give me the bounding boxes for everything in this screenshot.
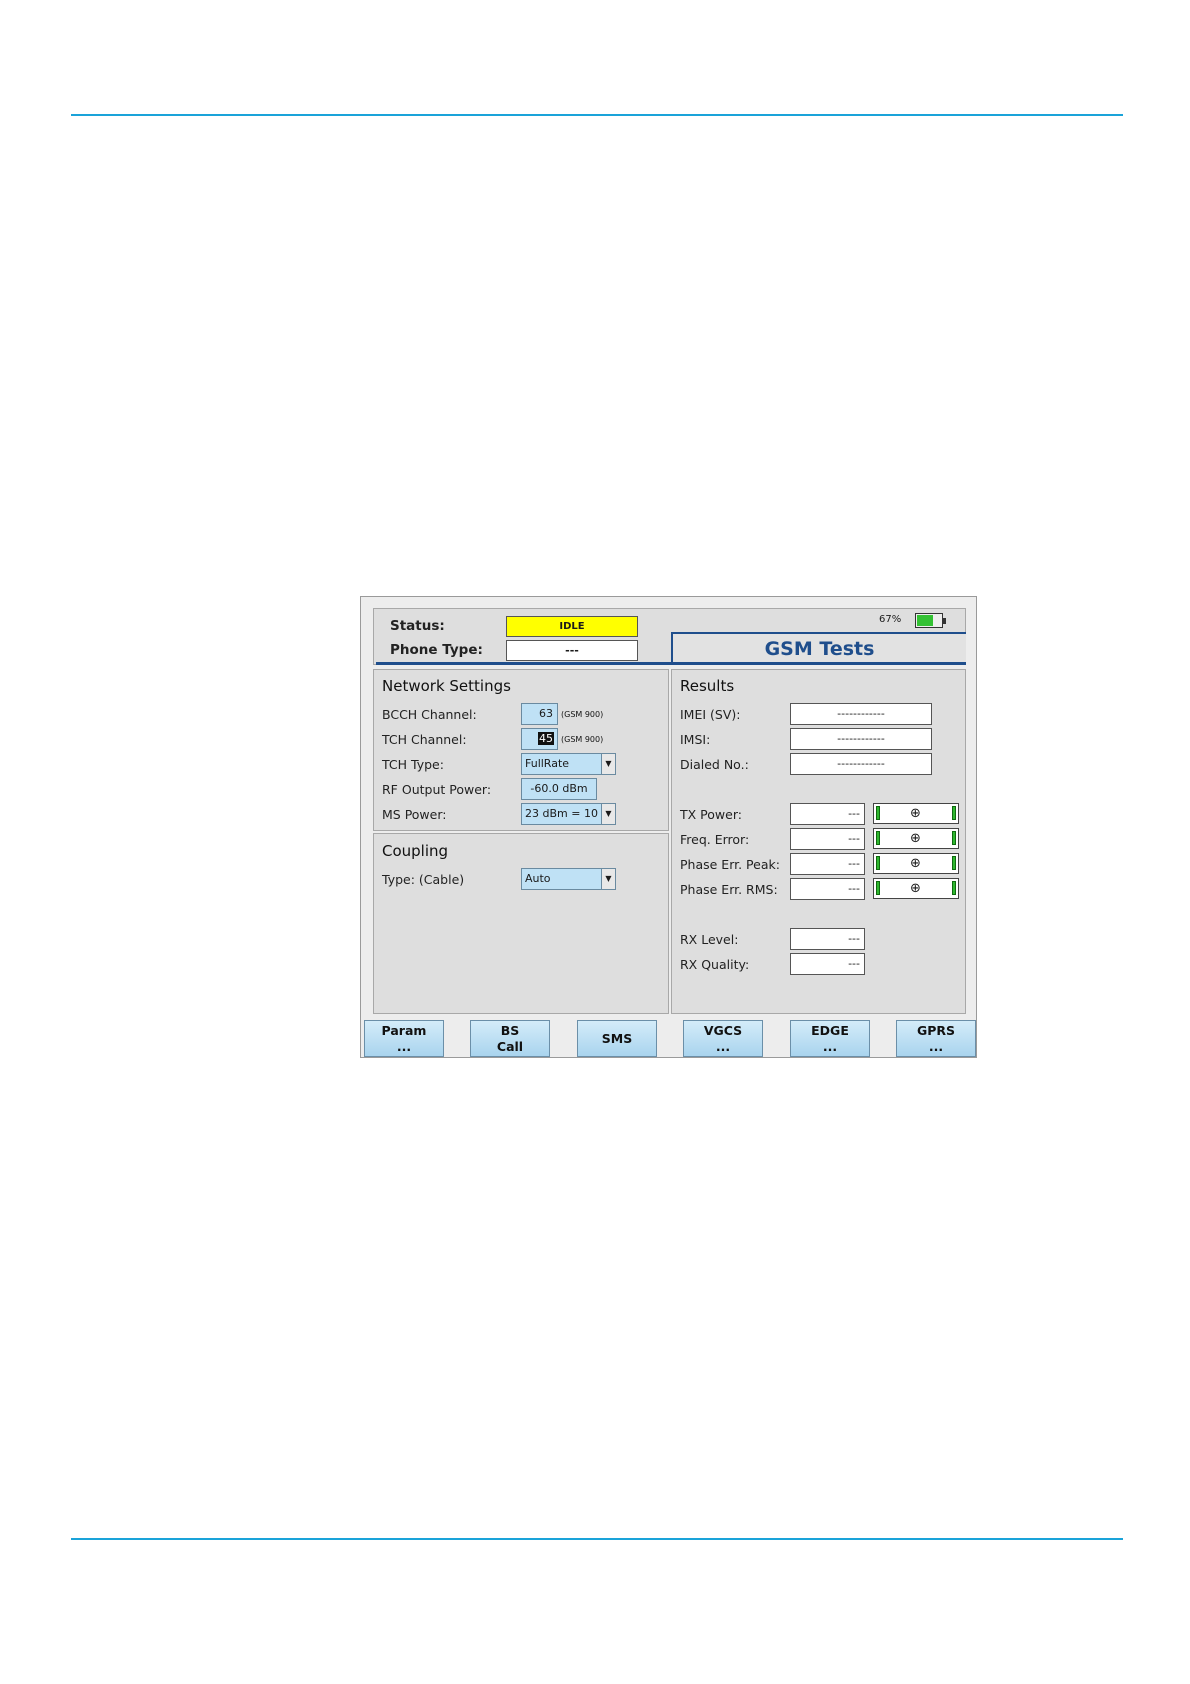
rf-output-power-label: RF Output Power: (382, 782, 492, 797)
header-underline (376, 662, 673, 665)
param-button[interactable]: Param ... (364, 1020, 444, 1057)
imsi-label: IMSI: (680, 732, 711, 747)
phone-type-label: Phone Type: (390, 642, 483, 658)
tx-power-label: TX Power: (680, 807, 742, 822)
dropdown-arrow-icon[interactable]: ▼ (601, 754, 615, 774)
gsm-test-screen: Status: IDLE Phone Type: --- 67% GSM Tes… (360, 596, 977, 1058)
coupling-title: Coupling (382, 842, 449, 860)
network-settings-title: Network Settings (382, 677, 511, 695)
coupling-panel: Coupling Type: (Cable) Auto ▼ (373, 833, 669, 1014)
bcch-channel-input[interactable]: 63 (521, 703, 558, 725)
battery-icon (915, 613, 946, 628)
dialed-no-label: Dialed No.: (680, 757, 749, 772)
tch-channel-label: TCH Channel: (382, 732, 467, 747)
tch-type-select[interactable]: FullRate ▼ (521, 753, 616, 775)
status-value: IDLE (506, 616, 638, 637)
phase-err-rms-gauge: ⊕ (873, 878, 959, 899)
tx-power-value: --- (790, 803, 865, 825)
status-label: Status: (390, 618, 445, 634)
freq-error-gauge: ⊕ (873, 828, 959, 849)
param-button-label: Param (381, 1022, 427, 1038)
bottom-rule (71, 1538, 1123, 1540)
page-title: GSM Tests (764, 638, 875, 660)
freq-error-value: --- (790, 828, 865, 850)
battery-percent: 67% (879, 614, 902, 625)
top-rule (71, 114, 1123, 116)
param-button-ellipsis: ... (396, 1038, 412, 1054)
tch-band: (GSM 900) (561, 735, 604, 744)
results-title: Results (680, 677, 735, 695)
imsi-value: ------------ (790, 728, 932, 750)
dropdown-arrow-icon[interactable]: ▼ (601, 804, 615, 824)
title-tab: GSM Tests (671, 632, 966, 665)
network-settings-panel: Network Settings BCCH Channel: 63 (GSM 9… (373, 669, 669, 831)
tch-type-value: FullRate (525, 757, 570, 770)
tch-channel-input[interactable]: 45 (521, 728, 558, 750)
vgcs-button[interactable]: VGCS ... (683, 1020, 763, 1057)
edge-button[interactable]: EDGE ... (790, 1020, 870, 1057)
results-panel: Results IMEI (SV): ------------ IMSI: --… (671, 669, 966, 1014)
bcch-channel-label: BCCH Channel: (382, 707, 477, 722)
bs-call-button[interactable]: BS Call (470, 1020, 550, 1057)
rx-level-value: --- (790, 928, 865, 950)
coupling-type-label: Type: (Cable) (382, 872, 465, 887)
gauge-marker-icon: ⊕ (910, 856, 921, 871)
gauge-marker-icon: ⊕ (910, 831, 921, 846)
freq-error-label: Freq. Error: (680, 832, 750, 847)
imei-label: IMEI (SV): (680, 707, 741, 722)
phase-err-rms-label: Phase Err. RMS: (680, 882, 778, 897)
ms-power-value: 23 dBm = 10 (525, 807, 598, 820)
gauge-marker-icon: ⊕ (910, 806, 921, 821)
gprs-button-ellipsis: ... (928, 1038, 944, 1054)
header-panel: Status: IDLE Phone Type: --- 67% GSM Tes… (373, 608, 966, 665)
edge-button-ellipsis: ... (822, 1038, 838, 1054)
bs-call-button-line1: BS (500, 1022, 520, 1038)
imei-value: ------------ (790, 703, 932, 725)
phase-err-peak-label: Phase Err. Peak: (680, 857, 780, 872)
vgcs-button-label: VGCS (703, 1022, 743, 1038)
sms-button-label: SMS (601, 1030, 633, 1046)
tch-channel-value: 45 (538, 732, 554, 745)
battery-fill (917, 615, 933, 626)
bcch-band: (GSM 900) (561, 710, 604, 719)
dialed-no-value: ------------ (790, 753, 932, 775)
gauge-marker-icon: ⊕ (910, 881, 921, 896)
rf-output-power-input[interactable]: -60.0 dBm (521, 778, 597, 800)
rx-level-label: RX Level: (680, 932, 739, 947)
coupling-type-select[interactable]: Auto ▼ (521, 868, 616, 890)
tx-power-gauge: ⊕ (873, 803, 959, 824)
ms-power-label: MS Power: (382, 807, 447, 822)
ms-power-select[interactable]: 23 dBm = 10 ▼ (521, 803, 616, 825)
vgcs-button-ellipsis: ... (715, 1038, 731, 1054)
dropdown-arrow-icon[interactable]: ▼ (601, 869, 615, 889)
coupling-type-value: Auto (525, 872, 551, 885)
rx-quality-value: --- (790, 953, 865, 975)
phase-err-peak-value: --- (790, 853, 865, 875)
phase-err-rms-value: --- (790, 878, 865, 900)
phase-err-peak-gauge: ⊕ (873, 853, 959, 874)
gprs-button-label: GPRS (916, 1022, 956, 1038)
phone-type-value: --- (506, 640, 638, 661)
sms-button[interactable]: SMS (577, 1020, 657, 1057)
bs-call-button-line2: Call (496, 1038, 524, 1054)
gprs-button[interactable]: GPRS ... (896, 1020, 976, 1057)
edge-button-label: EDGE (811, 1022, 849, 1038)
tch-type-label: TCH Type: (382, 757, 444, 772)
rx-quality-label: RX Quality: (680, 957, 750, 972)
